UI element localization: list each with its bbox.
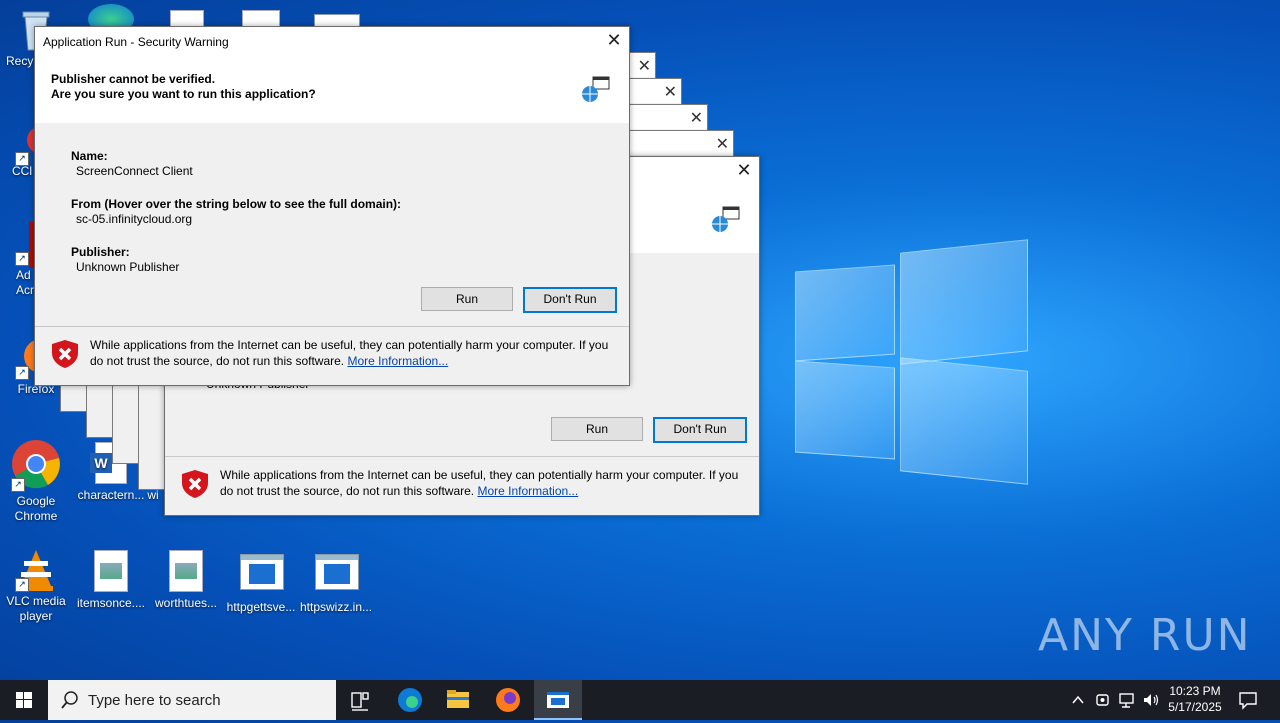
clock-time: 10:23 PM bbox=[1169, 684, 1221, 698]
close-icon[interactable]: ✕ bbox=[664, 82, 677, 101]
image-file-icon bbox=[165, 550, 207, 592]
web-file-icon bbox=[315, 554, 359, 596]
security-warning-taskbar-button[interactable] bbox=[534, 680, 582, 720]
warning-message: While applications from the Internet can… bbox=[220, 468, 739, 498]
volume-icon[interactable] bbox=[1142, 691, 1160, 709]
taskbar-clock[interactable]: 10:23 PM 5/17/2025 bbox=[1160, 683, 1230, 715]
vlc-icon: ↗ bbox=[15, 548, 57, 592]
more-information-link[interactable]: More Information... bbox=[477, 484, 578, 498]
network-app-icon bbox=[582, 76, 610, 102]
meet-now-icon[interactable] bbox=[1094, 691, 1112, 709]
image-file-icon bbox=[90, 550, 132, 592]
windows-icon bbox=[16, 692, 32, 708]
desktop-icon-httpswizz[interactable]: httpswizz.in... bbox=[300, 550, 372, 615]
close-icon[interactable]: ✕ bbox=[716, 134, 729, 153]
run-button[interactable]: Run bbox=[551, 417, 643, 441]
clock-date: 5/17/2025 bbox=[1168, 700, 1222, 714]
taskbar-search-box[interactable]: Type here to search bbox=[48, 680, 336, 720]
dialog-titlebar[interactable]: Application Run - Security Warning ✕ bbox=[35, 27, 629, 57]
dialog-heading: Publisher cannot be verified. Are you su… bbox=[51, 72, 316, 101]
notification-icon[interactable] bbox=[1238, 690, 1258, 710]
from-field: From (Hover over the string below to see… bbox=[71, 197, 402, 227]
shield-warning-icon bbox=[52, 340, 78, 368]
chrome-icon: ↗ bbox=[11, 440, 61, 492]
wallpaper-windows-logo bbox=[795, 239, 1030, 485]
warning-message: While applications from the Internet can… bbox=[90, 338, 609, 368]
folder-icon bbox=[447, 690, 469, 708]
from-domain[interactable]: sc-05.infinitycloud.org bbox=[71, 212, 401, 227]
publisher-field: Publisher: Unknown Publisher bbox=[71, 245, 180, 274]
close-button[interactable]: ✕ bbox=[599, 27, 629, 57]
task-view-icon bbox=[351, 692, 369, 711]
desktop-icon-google-chrome[interactable]: ↗ Google Chrome bbox=[0, 440, 72, 524]
close-icon[interactable]: ✕ bbox=[638, 56, 651, 75]
chevron-up-icon[interactable] bbox=[1070, 692, 1086, 708]
close-button[interactable]: ✕ bbox=[729, 157, 759, 187]
desktop-icon-worthtues[interactable]: worthtues... bbox=[150, 550, 222, 611]
application-window-icon bbox=[547, 692, 569, 708]
edge-icon bbox=[398, 688, 422, 712]
more-information-link[interactable]: More Information... bbox=[347, 354, 448, 368]
anyrun-watermark: ANY RUN bbox=[1038, 610, 1252, 661]
file-explorer-taskbar-button[interactable] bbox=[434, 680, 482, 720]
close-icon[interactable]: ✕ bbox=[690, 108, 703, 127]
firefox-taskbar-button[interactable] bbox=[484, 680, 532, 720]
firefox-icon bbox=[496, 688, 520, 712]
start-button[interactable] bbox=[0, 680, 48, 720]
desktop-icon-itemsonce[interactable]: itemsonce.... bbox=[75, 550, 147, 611]
name-field: Name: ScreenConnect Client bbox=[71, 149, 193, 178]
dialog-title: Application Run - Security Warning bbox=[43, 35, 229, 49]
dont-run-button[interactable]: Don't Run bbox=[653, 417, 747, 443]
system-tray bbox=[1066, 680, 1160, 720]
edge-taskbar-button[interactable] bbox=[386, 680, 434, 720]
run-button[interactable]: Run bbox=[421, 287, 513, 311]
desktop-icon-vlc[interactable]: ↗ VLC media player bbox=[0, 548, 72, 624]
network-app-icon bbox=[712, 206, 740, 232]
search-placeholder: Type here to search bbox=[88, 692, 221, 709]
taskbar: Type here to search 10:23 PM 5/17/2025 bbox=[0, 680, 1280, 720]
desktop-icon-httpgettsve[interactable]: httpgettsve... bbox=[225, 550, 297, 615]
dont-run-button[interactable]: Don't Run bbox=[523, 287, 617, 313]
network-icon[interactable] bbox=[1118, 691, 1136, 709]
shield-warning-icon bbox=[182, 470, 208, 498]
security-warning-dialog: Application Run - Security Warning ✕ Pub… bbox=[34, 26, 630, 386]
search-icon bbox=[61, 691, 78, 709]
task-view-button[interactable] bbox=[336, 680, 384, 720]
web-file-icon bbox=[240, 554, 284, 596]
